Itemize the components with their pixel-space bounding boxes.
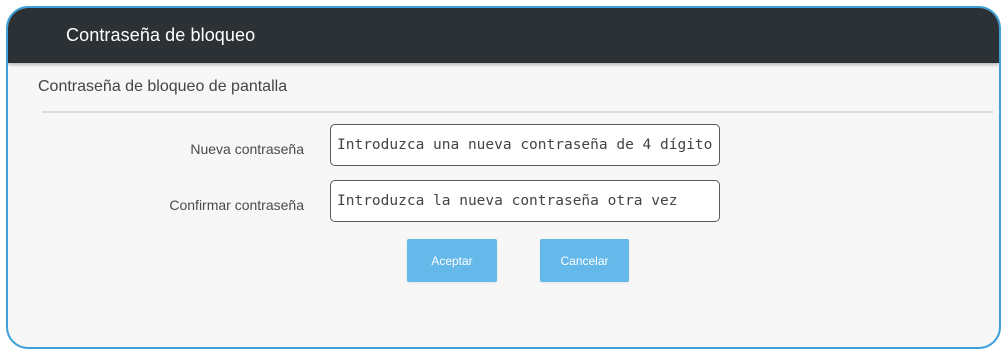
new-password-input[interactable] — [330, 124, 720, 166]
section-divider — [42, 111, 993, 113]
new-password-label: Nueva contraseña — [190, 141, 304, 157]
lock-password-dialog: Contraseña de bloqueo Contraseña de bloq… — [6, 6, 1001, 349]
section-subtitle: Contraseña de bloqueo de pantalla — [38, 78, 288, 95]
confirm-password-input[interactable] — [330, 180, 720, 222]
accept-button[interactable]: Aceptar — [407, 239, 497, 282]
confirm-password-label: Confirmar contraseña — [169, 197, 304, 213]
dialog-titlebar: Contraseña de bloqueo — [8, 8, 999, 63]
dialog-title: Contraseña de bloqueo — [66, 25, 256, 45]
cancel-button[interactable]: Cancelar — [540, 239, 629, 282]
